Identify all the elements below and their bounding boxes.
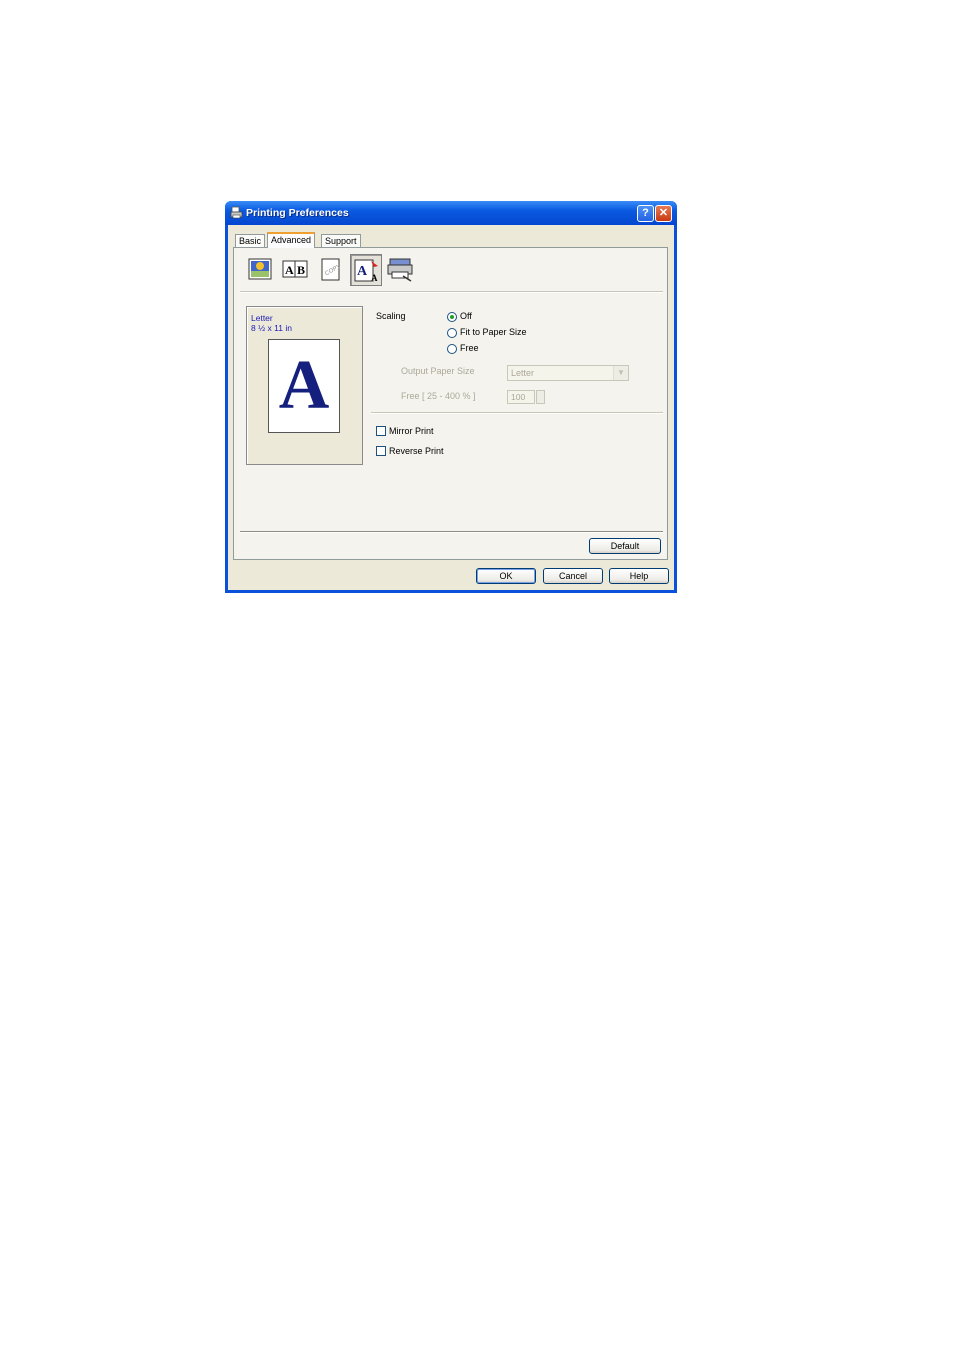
tab-advanced[interactable]: Advanced bbox=[267, 232, 316, 248]
paper-preview: Letter 8 ½ x 11 in A bbox=[246, 306, 363, 465]
svg-text:A: A bbox=[285, 263, 294, 277]
mirror-print-checkbox[interactable] bbox=[376, 426, 386, 436]
output-paper-size-value: Letter bbox=[511, 368, 535, 378]
default-button[interactable]: Default bbox=[589, 538, 661, 554]
scaling-free-radio[interactable] bbox=[447, 344, 457, 354]
printer-icon bbox=[230, 206, 243, 219]
svg-text:B: B bbox=[297, 263, 305, 277]
scaling-icon[interactable]: A A bbox=[350, 254, 382, 286]
tab-support[interactable]: Support bbox=[321, 234, 361, 248]
print-quality-icon[interactable] bbox=[245, 254, 277, 286]
device-options-icon[interactable] bbox=[385, 254, 417, 286]
svg-text:A: A bbox=[371, 273, 378, 283]
scaling-label: Scaling bbox=[376, 311, 406, 321]
dialog-client-area: Basic Advanced Support A B COPY A A Lett… bbox=[228, 225, 674, 590]
preview-sample-glyph: A bbox=[278, 347, 330, 424]
title-bar[interactable]: Printing Preferences ? ✕ bbox=[225, 201, 677, 225]
toolbar-separator bbox=[240, 291, 663, 293]
printing-preferences-window: Printing Preferences ? ✕ Basic Advanced … bbox=[225, 201, 677, 593]
preview-paper-name: Letter bbox=[251, 313, 273, 323]
output-paper-size-label: Output Paper Size bbox=[401, 366, 475, 376]
bottom-separator bbox=[240, 531, 663, 533]
output-paper-size-select[interactable]: Letter ▼ bbox=[507, 365, 629, 381]
free-percent-input[interactable]: 100 bbox=[507, 390, 535, 404]
free-percent-label: Free [ 25 - 400 % ] bbox=[401, 391, 476, 401]
tab-basic[interactable]: Basic bbox=[235, 234, 266, 248]
advanced-tab-panel: A B COPY A A Letter 8 ½ x 11 in A Scalin… bbox=[233, 247, 668, 560]
cancel-button[interactable]: Cancel bbox=[543, 568, 603, 584]
ok-button[interactable]: OK bbox=[476, 568, 536, 584]
free-percent-spinner[interactable] bbox=[536, 390, 545, 404]
scaling-separator bbox=[371, 412, 663, 414]
scaling-off-radio[interactable] bbox=[447, 312, 457, 322]
ab-duplex-icon[interactable]: A B bbox=[280, 254, 312, 286]
close-button[interactable]: ✕ bbox=[655, 205, 672, 222]
reverse-print-label[interactable]: Reverse Print bbox=[389, 446, 444, 456]
mirror-print-label[interactable]: Mirror Print bbox=[389, 426, 434, 436]
scaling-fit-radio[interactable] bbox=[447, 328, 457, 338]
help-button[interactable]: Help bbox=[609, 568, 669, 584]
window-title: Printing Preferences bbox=[246, 207, 349, 219]
preview-sheet: A bbox=[268, 339, 340, 433]
scaling-fit-label[interactable]: Fit to Paper Size bbox=[460, 327, 527, 337]
chevron-down-icon: ▼ bbox=[613, 366, 628, 380]
svg-text:A: A bbox=[357, 264, 368, 279]
scaling-free-label[interactable]: Free bbox=[460, 343, 479, 353]
watermark-icon[interactable]: COPY bbox=[315, 254, 347, 286]
reverse-print-checkbox[interactable] bbox=[376, 446, 386, 456]
preview-paper-dimensions: 8 ½ x 11 in bbox=[251, 323, 292, 333]
scaling-off-label[interactable]: Off bbox=[460, 311, 472, 321]
help-title-button[interactable]: ? bbox=[637, 205, 654, 222]
